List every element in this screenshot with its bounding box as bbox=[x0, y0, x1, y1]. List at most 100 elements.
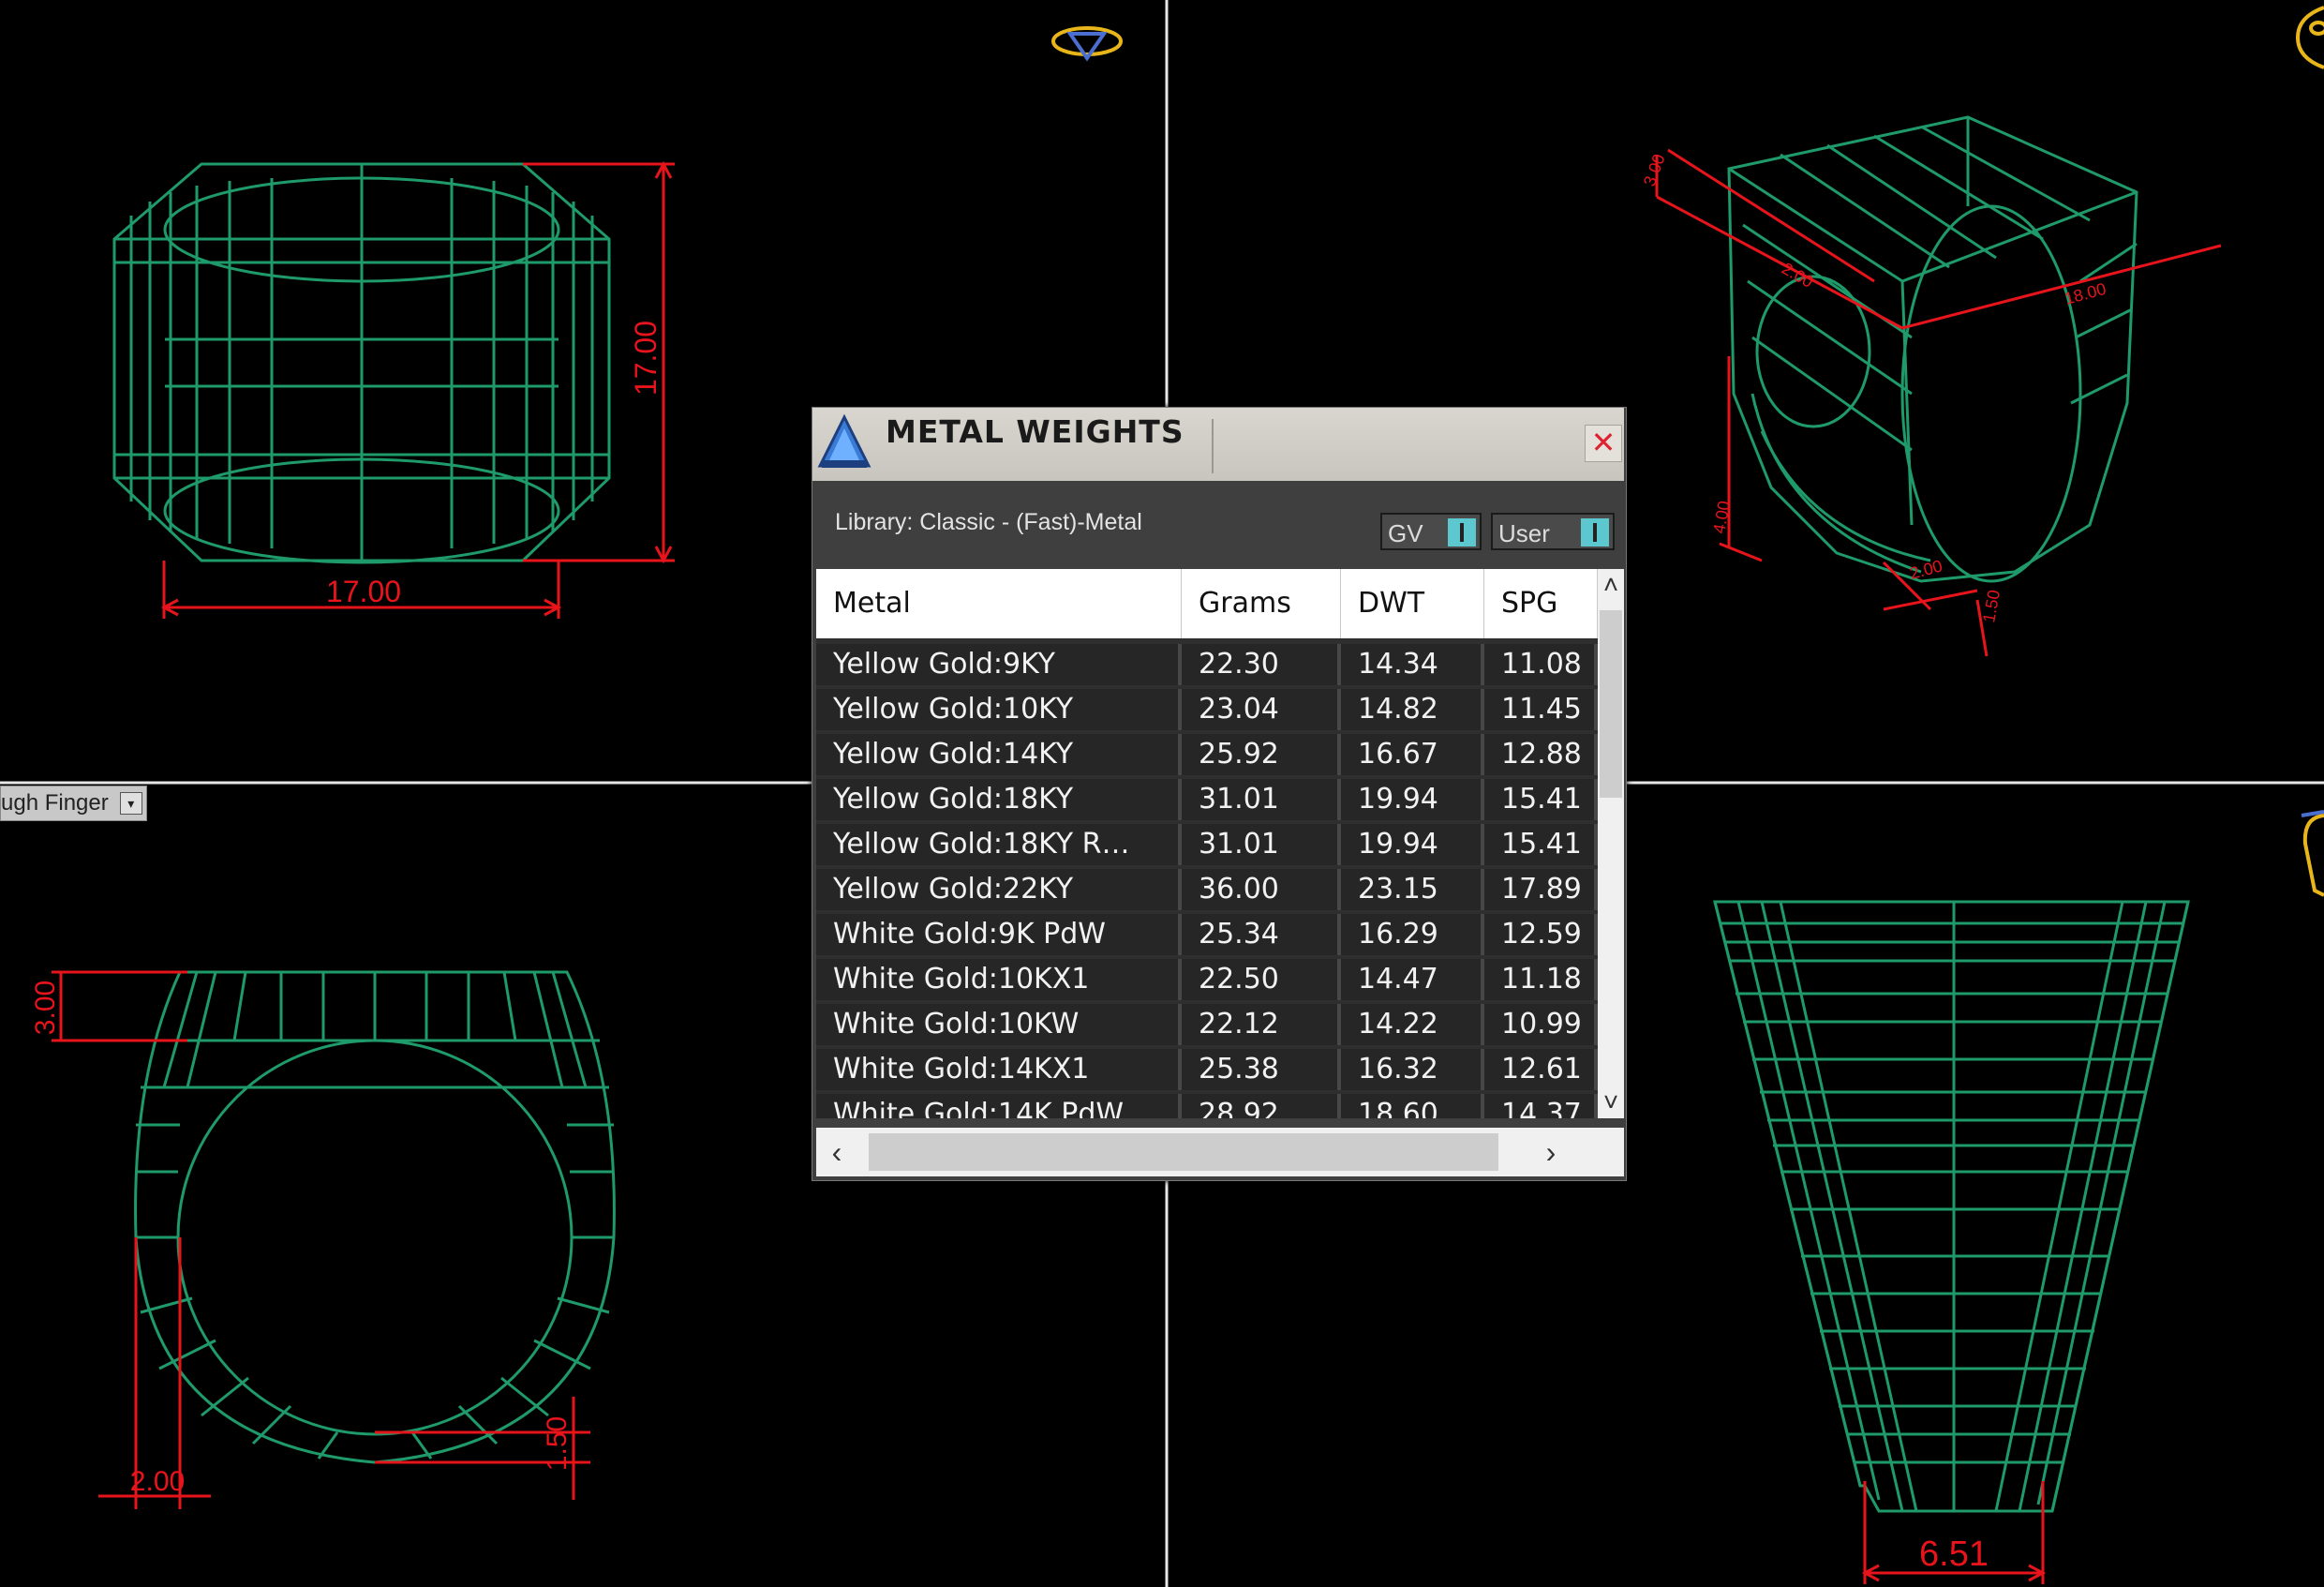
metal-weights-table[interactable]: Metal Grams DWT SPG Yellow Gold:9KY 22.30… bbox=[816, 569, 1598, 1118]
cell-metal: White Gold:10KW bbox=[816, 1004, 1182, 1045]
cell-spg: 10.99 bbox=[1484, 1004, 1598, 1045]
cell-grams: 31.01 bbox=[1182, 824, 1341, 865]
table-row[interactable]: Yellow Gold:18KY R… 31.01 19.94 15.41 bbox=[816, 824, 1598, 865]
column-header-spg[interactable]: SPG bbox=[1484, 569, 1598, 638]
cell-grams: 31.01 bbox=[1182, 779, 1341, 820]
dim-label-3d-bottom2: 1.50 bbox=[1979, 589, 2004, 624]
top-right-viewport[interactable] bbox=[1727, 115, 2138, 583]
cell-grams: 23.04 bbox=[1182, 689, 1341, 730]
user-toggle-label: User bbox=[1498, 519, 1550, 547]
cell-dwt: 14.47 bbox=[1341, 959, 1484, 1000]
chevron-down-icon[interactable]: ▾ bbox=[119, 792, 142, 815]
cell-metal: Yellow Gold:18KY R… bbox=[816, 824, 1182, 865]
cell-grams: 22.50 bbox=[1182, 959, 1341, 1000]
table-row[interactable]: White Gold:14KX1 25.38 16.32 12.61 bbox=[816, 1049, 1598, 1090]
view-gizmo-icon-bottom-right[interactable] bbox=[2301, 810, 2324, 897]
dim-label-bottom-width: 2.00 bbox=[130, 1466, 185, 1497]
dim-label-bottom-thickness: 1.50 bbox=[542, 1416, 573, 1471]
cell-dwt: 18.60 bbox=[1341, 1094, 1484, 1118]
dim-label-width: 17.00 bbox=[326, 575, 401, 608]
horizontal-scrollbar[interactable]: ‹ › bbox=[816, 1128, 1624, 1176]
scroll-thumb[interactable] bbox=[1600, 610, 1622, 798]
metal-weights-dialog[interactable]: METAL WEIGHTS ✕ Library: Classic - (Fast… bbox=[812, 407, 1627, 1181]
cell-dwt: 14.82 bbox=[1341, 689, 1484, 730]
cell-grams: 25.38 bbox=[1182, 1049, 1341, 1090]
cell-grams: 22.12 bbox=[1182, 1004, 1341, 1045]
chevron-down-icon[interactable]: ˅ bbox=[1598, 1086, 1624, 1118]
table-row[interactable]: White Gold:9K PdW 25.34 16.29 12.59 bbox=[816, 914, 1598, 955]
table-header: Metal Grams DWT SPG bbox=[816, 569, 1598, 638]
top-left-viewport[interactable] bbox=[112, 162, 611, 564]
cell-grams: 28.92 bbox=[1182, 1094, 1341, 1118]
column-header-metal[interactable]: Metal bbox=[816, 569, 1182, 638]
gv-toggle[interactable]: GV bbox=[1380, 513, 1482, 550]
cell-metal: Yellow Gold:10KY bbox=[816, 689, 1182, 730]
cell-grams: 36.00 bbox=[1182, 869, 1341, 910]
table-row[interactable]: White Gold:10KX1 22.50 14.47 11.18 bbox=[816, 959, 1598, 1000]
cell-spg: 15.41 bbox=[1484, 824, 1598, 865]
bottom-left-dimensions bbox=[52, 970, 590, 1509]
viewport-label-text: ugh Finger bbox=[1, 790, 109, 816]
chevron-up-icon[interactable]: ˄ bbox=[1598, 569, 1624, 601]
dialog-toolbar: Library: Classic - (Fast)-Metal GV User bbox=[812, 481, 1624, 569]
column-header-grams[interactable]: Grams bbox=[1182, 569, 1341, 638]
cell-dwt: 19.94 bbox=[1341, 779, 1484, 820]
cell-spg: 12.59 bbox=[1484, 914, 1598, 955]
toggle-switch-icon bbox=[1448, 518, 1476, 546]
cell-metal: Yellow Gold:18KY bbox=[816, 779, 1182, 820]
column-header-dwt[interactable]: DWT bbox=[1341, 569, 1484, 638]
viewport-label-dropdown[interactable]: ugh Finger ▾ bbox=[0, 786, 147, 821]
library-label: Library: Classic - (Fast)-Metal bbox=[835, 509, 1142, 535]
table-row[interactable]: Yellow Gold:22KY 36.00 23.15 17.89 bbox=[816, 869, 1598, 910]
cell-dwt: 16.29 bbox=[1341, 914, 1484, 955]
table-row[interactable]: White Gold:14K PdW 28.92 18.60 14.37 bbox=[816, 1094, 1598, 1118]
cell-metal: White Gold:14K PdW bbox=[816, 1094, 1182, 1118]
toggle-switch-icon bbox=[1581, 518, 1609, 546]
cell-metal: Yellow Gold:22KY bbox=[816, 869, 1182, 910]
cell-metal: White Gold:9K PdW bbox=[816, 914, 1182, 955]
cell-dwt: 19.94 bbox=[1341, 824, 1484, 865]
cell-metal: Yellow Gold:14KY bbox=[816, 734, 1182, 775]
chevron-left-icon[interactable]: ‹ bbox=[816, 1128, 857, 1176]
table-row[interactable]: Yellow Gold:18KY 31.01 19.94 15.41 bbox=[816, 779, 1598, 820]
cell-grams: 22.30 bbox=[1182, 644, 1341, 685]
cell-grams: 25.92 bbox=[1182, 734, 1341, 775]
cell-spg: 11.45 bbox=[1484, 689, 1598, 730]
table-row[interactable]: White Gold:10KW 22.12 14.22 10.99 bbox=[816, 1004, 1598, 1045]
title-separator bbox=[1212, 419, 1214, 473]
cell-spg: 11.18 bbox=[1484, 959, 1598, 1000]
bottom-right-viewport[interactable] bbox=[1713, 900, 2190, 1513]
dim-label-taper-width: 6.51 bbox=[1919, 1535, 1989, 1574]
cell-dwt: 14.34 bbox=[1341, 644, 1484, 685]
gv-toggle-label: GV bbox=[1388, 519, 1423, 547]
vertical-scrollbar[interactable]: ˄ ˅ bbox=[1598, 569, 1624, 1118]
cell-spg: 12.61 bbox=[1484, 1049, 1598, 1090]
cell-spg: 17.89 bbox=[1484, 869, 1598, 910]
close-icon[interactable]: ✕ bbox=[1585, 425, 1622, 462]
scroll-thumb[interactable] bbox=[869, 1133, 1498, 1171]
dim-label-height: 17.00 bbox=[629, 321, 663, 396]
cell-dwt: 16.67 bbox=[1341, 734, 1484, 775]
dim-label-top-thickness: 3.00 bbox=[30, 981, 61, 1035]
cell-spg: 12.88 bbox=[1484, 734, 1598, 775]
cell-dwt: 16.32 bbox=[1341, 1049, 1484, 1090]
cell-dwt: 23.15 bbox=[1341, 869, 1484, 910]
table-row[interactable]: Yellow Gold:14KY 25.92 16.67 12.88 bbox=[816, 734, 1598, 775]
dialog-title: METAL WEIGHTS bbox=[886, 413, 1184, 450]
cell-metal: White Gold:14KX1 bbox=[816, 1049, 1182, 1090]
dialog-titlebar[interactable]: METAL WEIGHTS ✕ bbox=[812, 408, 1624, 481]
table-row[interactable]: Yellow Gold:9KY 22.30 14.34 11.08 bbox=[816, 644, 1598, 685]
view-gizmo-icon[interactable] bbox=[1051, 26, 1123, 62]
view-gizmo-icon-top-right[interactable] bbox=[2295, 6, 2324, 69]
cell-spg: 11.08 bbox=[1484, 644, 1598, 685]
cell-metal: Yellow Gold:9KY bbox=[816, 644, 1182, 685]
bottom-left-viewport[interactable] bbox=[134, 970, 616, 1464]
chevron-right-icon[interactable]: › bbox=[1530, 1128, 1572, 1176]
app-logo-icon bbox=[817, 413, 872, 468]
cell-dwt: 14.22 bbox=[1341, 1004, 1484, 1045]
cell-spg: 15.41 bbox=[1484, 779, 1598, 820]
table-row[interactable]: Yellow Gold:10KY 23.04 14.82 11.45 bbox=[816, 689, 1598, 730]
user-toggle[interactable]: User bbox=[1491, 513, 1615, 550]
cell-spg: 14.37 bbox=[1484, 1094, 1598, 1118]
cell-metal: White Gold:10KX1 bbox=[816, 959, 1182, 1000]
